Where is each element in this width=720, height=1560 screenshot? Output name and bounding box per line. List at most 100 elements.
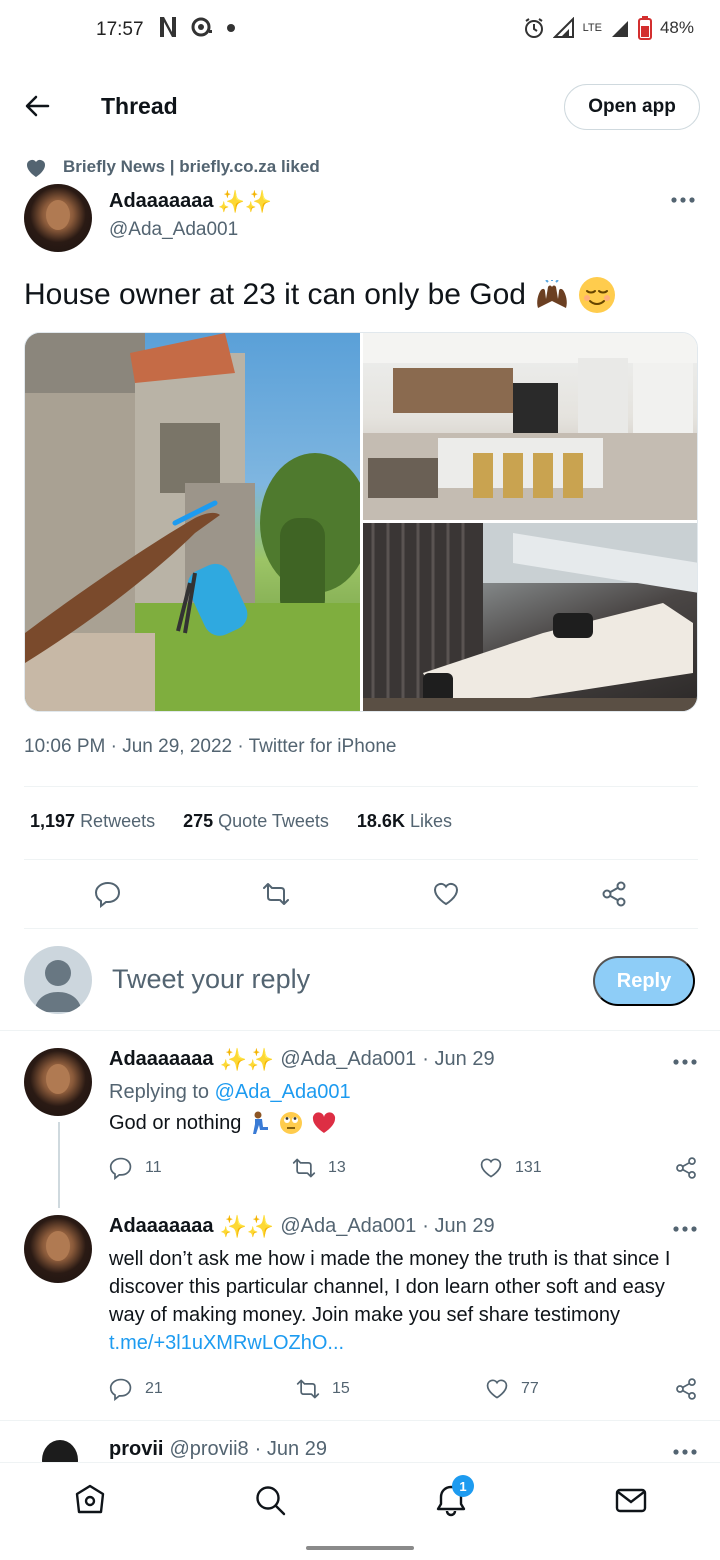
author-name: Adaaaaaaa — [109, 190, 214, 212]
reply-button[interactable]: Reply — [593, 956, 695, 1006]
reply-action-retweet[interactable]: 15 — [296, 1377, 350, 1401]
reply-date[interactable]: · Jun 29 — [422, 1215, 494, 1238]
open-app-button[interactable]: Open app — [564, 84, 700, 130]
reply-tweet[interactable]: Adaaaaaaa ✨✨ @Ada_Ada001 · Jun 29 Replyi… — [24, 1048, 698, 1188]
search-icon[interactable] — [253, 1483, 287, 1517]
home-icon[interactable] — [73, 1483, 107, 1517]
reply-action-like[interactable]: 131 — [479, 1156, 542, 1180]
author-handle[interactable]: @Ada_Ada001 — [109, 219, 238, 241]
reply-date[interactable]: · Jun 29 — [255, 1438, 327, 1461]
reply-author-handle[interactable]: @provii8 — [169, 1438, 248, 1461]
reply-action-reply[interactable]: 21 — [109, 1377, 163, 1401]
notification-badge: 1 — [452, 1475, 474, 1497]
avatar[interactable] — [42, 1440, 78, 1462]
like-icon — [486, 1379, 508, 1399]
reply-action-share[interactable] — [674, 1377, 698, 1401]
top-bar: Thread Open app — [0, 72, 720, 142]
reply-action-retweet[interactable]: 13 — [292, 1156, 346, 1180]
reply-author-name[interactable]: Adaaaaaaa — [109, 1215, 214, 1238]
avatar[interactable] — [24, 1048, 92, 1116]
avatar[interactable] — [24, 184, 92, 252]
quotes-count: 275 — [183, 811, 214, 831]
avatar[interactable] — [24, 1215, 92, 1283]
reply-tweet[interactable]: provii @provii8 · Jun 29 — [24, 1438, 698, 1462]
retweets-count: 1,197 — [30, 811, 76, 831]
signal-icon — [552, 17, 574, 38]
reply-input[interactable]: Tweet your reply — [112, 964, 310, 995]
replying-to-label: Replying to — [109, 1081, 210, 1103]
reply-link[interactable]: t.me/+3l1uXMRwLOZhO... — [109, 1329, 709, 1357]
retweet-icon — [292, 1158, 316, 1178]
share-icon[interactable] — [600, 880, 628, 908]
retweet-count: 13 — [328, 1159, 346, 1176]
raised-hands-emoji-icon — [537, 280, 567, 308]
like-count: 77 — [521, 1380, 539, 1397]
reply-author-handle[interactable]: @Ada_Ada001 — [280, 1048, 416, 1071]
red-heart-emoji-icon — [313, 1112, 336, 1133]
reply-author-name[interactable]: provii — [109, 1438, 163, 1461]
reply-tweet[interactable]: Adaaaaaaa ✨✨ @Ada_Ada001 · Jun 29 well d… — [24, 1215, 698, 1405]
back-button[interactable] — [22, 90, 54, 122]
reply-header: Adaaaaaaa ✨✨ @Ada_Ada001 · Jun 29 — [109, 1048, 495, 1071]
tweet-actions — [24, 872, 698, 916]
like-icon[interactable] — [432, 880, 460, 908]
tweet-timestamp[interactable]: 10:06 PM · Jun 29, 2022 · Twitter for iP… — [24, 736, 396, 758]
quotes-stat[interactable]: 275 Quote Tweets — [183, 811, 329, 832]
reply-text-line: discover this particular channel, I don … — [109, 1276, 665, 1298]
photo-living-room[interactable] — [363, 523, 697, 711]
like-icon — [480, 1158, 502, 1178]
reply-action-share[interactable] — [674, 1156, 698, 1180]
kneeling-person-emoji-icon — [253, 1111, 269, 1134]
page-title: Thread — [101, 93, 178, 119]
reply-body: God or nothing — [109, 1112, 242, 1134]
user-silhouette-icon — [34, 960, 82, 1012]
reply-actions: 11 13 131 — [109, 1156, 698, 1184]
reply-icon[interactable] — [94, 880, 122, 908]
likes-stat[interactable]: 18.6K Likes — [357, 811, 452, 832]
photo-kitchen[interactable] — [363, 333, 697, 520]
likes-count: 18.6K — [356, 811, 405, 831]
divider — [24, 786, 698, 787]
tweet-text: House owner at 23 it can only be God — [24, 276, 616, 314]
heart-icon — [27, 160, 45, 177]
reply-action-like[interactable]: 77 — [485, 1377, 539, 1401]
replying-to-line: Replying to @Ada_Ada001 — [109, 1078, 351, 1106]
reply-icon — [109, 1378, 132, 1401]
share-icon — [676, 1157, 696, 1179]
battery-percent: 48% — [659, 18, 694, 37]
reply-header: provii @provii8 · Jun 29 — [109, 1438, 327, 1461]
retweets-stat[interactable]: 1,197 Retweets — [30, 811, 155, 832]
reply-header: Adaaaaaaa ✨✨ @Ada_Ada001 · Jun 29 — [109, 1215, 495, 1238]
social-context[interactable]: Briefly News | briefly.co.za liked — [24, 155, 320, 179]
reply-date[interactable]: · Jun 29 — [422, 1048, 494, 1071]
reply-author-name[interactable]: Adaaaaaaa — [109, 1048, 214, 1071]
messages-mail-icon[interactable] — [614, 1483, 648, 1517]
sync-icon — [191, 17, 212, 37]
more-options-icon[interactable] — [672, 1448, 698, 1456]
tweet-author: Adaaaaaaa ✨✨ @Ada_Ada001 — [24, 184, 696, 254]
status-bar: 17:57 LTE 48% — [0, 0, 720, 60]
reply-count: 21 — [145, 1380, 163, 1397]
more-options-icon[interactable] — [672, 1225, 698, 1233]
more-options-icon[interactable] — [672, 1058, 698, 1066]
gesture-bar[interactable] — [306, 1546, 414, 1550]
rolling-eyes-emoji-icon — [280, 1112, 303, 1134]
status-time: 17:57 — [96, 19, 144, 40]
reply-actions: 21 15 77 — [109, 1377, 698, 1405]
quotes-label: Quote Tweets — [218, 811, 329, 831]
relieved-face-emoji-icon — [578, 277, 615, 313]
likes-label: Likes — [409, 811, 452, 831]
photo-keys[interactable] — [25, 333, 360, 711]
replying-to-handle[interactable]: @Ada_Ada001 — [215, 1081, 351, 1103]
reply-count: 11 — [145, 1159, 162, 1176]
reply-author-handle[interactable]: @Ada_Ada001 — [280, 1215, 416, 1238]
battery-icon — [637, 16, 652, 40]
status-right-icons: LTE 48% — [523, 16, 694, 40]
retweet-icon[interactable] — [262, 880, 290, 908]
author-name-row[interactable]: Adaaaaaaa ✨✨ — [109, 190, 272, 213]
reply-icon — [109, 1157, 132, 1180]
more-options-icon[interactable] — [670, 196, 696, 204]
sparkles-icon: ✨✨ — [219, 1213, 275, 1239]
reply-composer: Tweet your reply Reply — [24, 946, 698, 1016]
reply-action-reply[interactable]: 11 — [109, 1156, 162, 1180]
